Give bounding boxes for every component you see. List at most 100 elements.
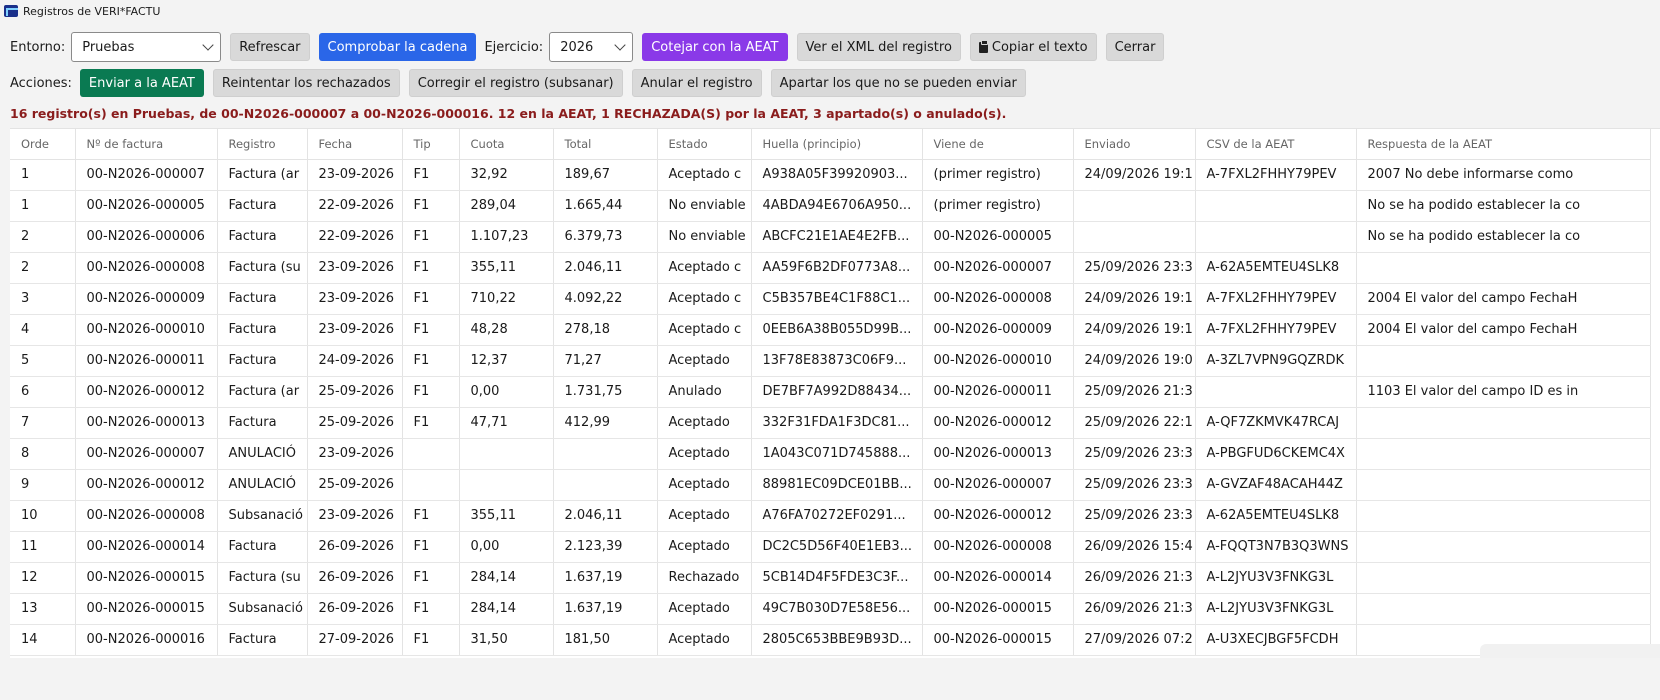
table-row[interactable]: 2 00-N2026-000006 Factura 22-09-2026 F1 1.107… bbox=[10, 221, 1651, 253]
table-cell: (primer registro) bbox=[922, 159, 1074, 191]
table-cell: 24/09/2026 19:0 bbox=[1073, 345, 1196, 377]
table-cell: A76FA70272EF0291... bbox=[751, 500, 923, 532]
table-cell: 4ABDA94E6706A950... bbox=[751, 190, 923, 222]
table-row[interactable]: 3 00-N2026-000009 Factura 23-09-2026 F1 710,2… bbox=[10, 283, 1651, 315]
table-row[interactable]: 9 00-N2026-000012 ANULACIÓ 25-09-2026 Acepta… bbox=[10, 469, 1651, 501]
column-header[interactable]: Viene de bbox=[922, 129, 1074, 160]
records-table[interactable]: Orde Nº de factura Registro Fecha Tip Cuota To… bbox=[10, 128, 1660, 658]
check-chain-button[interactable]: Comprobar la cadena bbox=[318, 33, 477, 61]
table-row[interactable]: 2 00-N2026-000008 Factura (su 23-09-2026 F1 3… bbox=[10, 252, 1651, 284]
refresh-button[interactable]: Refrescar bbox=[230, 33, 310, 61]
table-row[interactable]: 5 00-N2026-000011 Factura 24-09-2026 F1 12,37… bbox=[10, 345, 1651, 377]
table-cell: 00-N2026-000014 bbox=[922, 562, 1074, 594]
table-cell: 12,37 bbox=[459, 345, 554, 377]
table-cell: 12 bbox=[10, 562, 76, 594]
table-cell: 23-09-2026 bbox=[307, 159, 403, 191]
table-cell: 00-N2026-000015 bbox=[922, 624, 1074, 656]
table-cell: 26/09/2026 21:3 bbox=[1073, 562, 1196, 594]
actions-label: Acciones: bbox=[10, 75, 72, 91]
column-header[interactable]: Tip bbox=[402, 129, 460, 160]
table-cell: F1 bbox=[402, 562, 460, 594]
table-row[interactable]: 11 00-N2026-000014 Factura 26-09-2026 F1 0,00… bbox=[10, 531, 1651, 563]
table-cell: Aceptado bbox=[657, 500, 752, 532]
table-row[interactable]: 14 00-N2026-000016 Factura 27-09-2026 F1 31,5… bbox=[10, 624, 1651, 656]
table-cell: A-FQQT3N7B3Q3WNS bbox=[1195, 531, 1357, 563]
table-row[interactable]: 8 00-N2026-000007 ANULACIÓ 23-09-2026 Acepta… bbox=[10, 438, 1651, 470]
table-cell: 1103 El valor del campo ID es in bbox=[1356, 376, 1651, 408]
table-row[interactable]: 6 00-N2026-000012 Factura (ar 25-09-2026 F1 0… bbox=[10, 376, 1651, 408]
table-cell: C5B357BE4C1F88C1... bbox=[751, 283, 923, 315]
column-header[interactable]: CSV de la AEAT bbox=[1195, 129, 1357, 160]
compare-aeat-button[interactable]: Cotejar con la AEAT bbox=[642, 33, 788, 61]
table-cell: 24-09-2026 bbox=[307, 345, 403, 377]
table-row[interactable]: 13 00-N2026-000015 Subsanació 26-09-2026 F1 2… bbox=[10, 593, 1651, 625]
table-cell: 14 bbox=[10, 624, 76, 656]
table-cell: 1 bbox=[10, 159, 76, 191]
table-row[interactable]: 10 00-N2026-000008 Subsanació 23-09-2026 F1 3… bbox=[10, 500, 1651, 532]
table-cell: 284,14 bbox=[459, 593, 554, 625]
retry-rejected-button[interactable]: Reintentar los rechazados bbox=[212, 69, 400, 97]
table-header-row: Orde Nº de factura Registro Fecha Tip Cuota To… bbox=[10, 129, 1651, 160]
table-cell: Factura bbox=[217, 283, 308, 315]
horizontal-scrollbar[interactable] bbox=[1480, 644, 1660, 658]
column-header[interactable]: Estado bbox=[657, 129, 752, 160]
table-cell: 47,71 bbox=[459, 407, 554, 439]
column-header[interactable]: Fecha bbox=[307, 129, 403, 160]
table-cell: 2004 El valor del campo FechaH bbox=[1356, 283, 1651, 315]
cancel-record-button[interactable]: Anular el registro bbox=[631, 69, 762, 97]
table-row[interactable]: 12 00-N2026-000015 Factura (su 26-09-2026 F1… bbox=[10, 562, 1651, 594]
table-cell: 189,67 bbox=[553, 159, 658, 191]
table-cell: Aceptado c bbox=[657, 314, 752, 346]
table-cell: 2.046,11 bbox=[553, 500, 658, 532]
close-button[interactable]: Cerrar bbox=[1105, 33, 1165, 61]
table-cell: Factura bbox=[217, 531, 308, 563]
table-cell: Factura bbox=[217, 221, 308, 253]
copy-text-label: Copiar el texto bbox=[991, 39, 1088, 55]
table-cell: 23-09-2026 bbox=[307, 283, 403, 315]
table-cell: 25/09/2026 23:3 bbox=[1073, 252, 1196, 284]
column-header[interactable]: Total bbox=[553, 129, 658, 160]
table-cell bbox=[402, 469, 460, 501]
view-xml-button[interactable]: Ver el XML del registro bbox=[796, 33, 961, 61]
table-row[interactable]: 1 00-N2026-000007 Factura (ar 23-09-2026 F1 3… bbox=[10, 159, 1651, 191]
table-cell: F1 bbox=[402, 314, 460, 346]
table-cell: 6.379,73 bbox=[553, 221, 658, 253]
table-cell: Anulado bbox=[657, 376, 752, 408]
table-row[interactable]: 7 00-N2026-000013 Factura 25-09-2026 F1 47,71… bbox=[10, 407, 1651, 439]
column-header[interactable]: Enviado bbox=[1073, 129, 1196, 160]
table-cell bbox=[1356, 438, 1651, 470]
table-cell: Aceptado c bbox=[657, 283, 752, 315]
column-header[interactable]: Respuesta de la AEAT bbox=[1356, 129, 1651, 160]
table-cell: 1.107,23 bbox=[459, 221, 554, 253]
copy-text-button[interactable]: Copiar el texto bbox=[969, 33, 1097, 61]
set-aside-button[interactable]: Apartar los que no se pueden enviar bbox=[770, 69, 1026, 97]
entorno-select[interactable]: Pruebas bbox=[71, 32, 222, 62]
table-cell: A-GVZAF48ACAH44Z bbox=[1195, 469, 1357, 501]
ejercicio-select[interactable]: 2026 bbox=[549, 32, 634, 62]
column-header[interactable]: Orde bbox=[10, 129, 76, 160]
table-cell: A-7FXL2FHHY79PEV bbox=[1195, 314, 1357, 346]
table-cell: 26/09/2026 21:3 bbox=[1073, 593, 1196, 625]
column-header[interactable]: Huella (principio) bbox=[751, 129, 923, 160]
table-cell: Factura (su bbox=[217, 252, 308, 284]
table-cell: 284,14 bbox=[459, 562, 554, 594]
table-row[interactable]: 1 00-N2026-000005 Factura 22-09-2026 F1 289,0… bbox=[10, 190, 1651, 222]
fix-record-button[interactable]: Corregir el registro (subsanar) bbox=[408, 69, 623, 97]
table-cell: F1 bbox=[402, 221, 460, 253]
table-row[interactable]: 4 00-N2026-000010 Factura 23-09-2026 F1 48,28… bbox=[10, 314, 1651, 346]
table-cell: 27/09/2026 07:2 bbox=[1073, 624, 1196, 656]
table-cell: 00-N2026-000014 bbox=[75, 531, 218, 563]
table-cell: A-3ZL7VPN9GQZRDK bbox=[1195, 345, 1357, 377]
table-cell: Aceptado bbox=[657, 407, 752, 439]
table-cell: Aceptado bbox=[657, 469, 752, 501]
column-header[interactable]: Nº de factura bbox=[75, 129, 218, 160]
table-cell: 00-N2026-000008 bbox=[75, 252, 218, 284]
table-cell: 5 bbox=[10, 345, 76, 377]
send-aeat-button[interactable]: Enviar a la AEAT bbox=[79, 69, 204, 97]
column-header[interactable]: Registro bbox=[217, 129, 308, 160]
table-cell: Subsanació bbox=[217, 593, 308, 625]
table-cell: 1A043C071D745888... bbox=[751, 438, 923, 470]
table-cell: 710,22 bbox=[459, 283, 554, 315]
table-cell: A-PBGFUD6CKEMC4X bbox=[1195, 438, 1357, 470]
column-header[interactable]: Cuota bbox=[459, 129, 554, 160]
